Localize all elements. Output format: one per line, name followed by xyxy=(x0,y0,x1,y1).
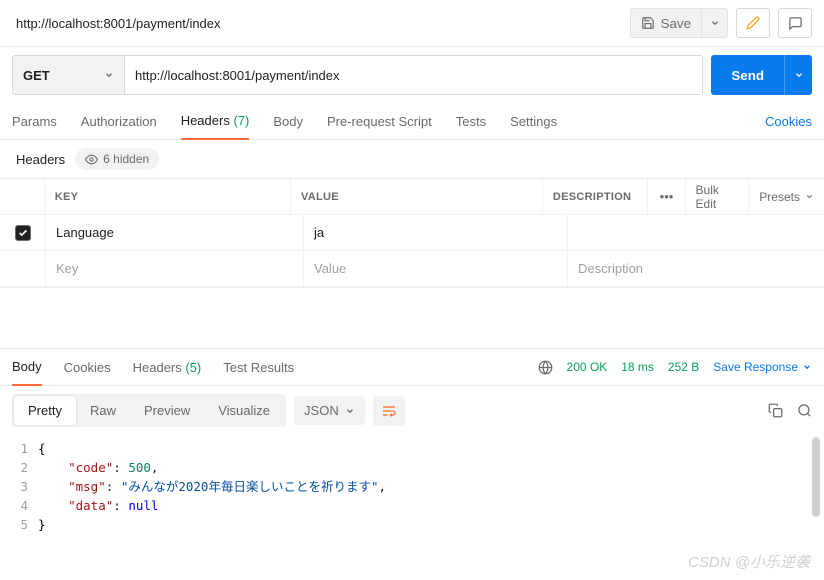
status-time: 18 ms xyxy=(621,360,654,374)
hidden-headers-toggle[interactable]: 6 hidden xyxy=(75,148,159,170)
presets-label: Presets xyxy=(759,190,800,204)
table-row[interactable]: Language ja xyxy=(0,215,824,251)
chevron-down-icon xyxy=(794,70,804,80)
eye-icon xyxy=(85,153,98,166)
format-value: JSON xyxy=(304,403,339,418)
wrap-icon xyxy=(381,403,397,419)
tab-headers-count: (7) xyxy=(233,113,249,128)
save-icon xyxy=(641,16,655,30)
col-more-button[interactable]: ••• xyxy=(648,179,685,214)
chevron-down-icon xyxy=(710,18,720,28)
resp-tab-headers-count: (5) xyxy=(185,360,201,375)
tab-headers[interactable]: Headers (7) xyxy=(181,103,250,140)
comment-button[interactable] xyxy=(778,8,812,38)
send-dropdown[interactable] xyxy=(784,55,812,95)
tab-body[interactable]: Body xyxy=(273,104,303,139)
globe-icon[interactable] xyxy=(538,360,553,375)
header-value-cell[interactable]: ja xyxy=(304,215,568,250)
wrap-lines-button[interactable] xyxy=(373,396,405,426)
search-icon[interactable] xyxy=(797,403,812,418)
view-tab-raw[interactable]: Raw xyxy=(76,396,130,425)
table-row-empty[interactable]: Key Value Description xyxy=(0,251,824,287)
header-key-cell[interactable]: Language xyxy=(46,215,304,250)
bulk-edit-button[interactable]: Bulk Edit xyxy=(686,179,750,214)
save-label: Save xyxy=(661,16,691,31)
chevron-down-icon xyxy=(802,362,812,372)
view-tab-visualize[interactable]: Visualize xyxy=(204,396,284,425)
response-json: { "code": 500, "msg": "みんなが2020年毎日楽しいことを… xyxy=(38,439,814,534)
check-icon xyxy=(18,228,28,238)
tab-tests[interactable]: Tests xyxy=(456,104,486,139)
save-response-label: Save Response xyxy=(713,360,798,374)
format-select[interactable]: JSON xyxy=(294,396,365,425)
save-button[interactable]: Save xyxy=(630,8,702,38)
view-tab-preview[interactable]: Preview xyxy=(130,396,204,425)
resp-tab-cookies[interactable]: Cookies xyxy=(64,350,111,385)
header-key-input[interactable]: Key xyxy=(46,251,304,286)
method-value: GET xyxy=(23,68,50,83)
status-size: 252 B xyxy=(668,360,699,374)
save-dropdown[interactable] xyxy=(702,8,728,38)
resp-tab-headers-label: Headers xyxy=(133,360,182,375)
headers-title: Headers xyxy=(16,152,65,167)
chevron-down-icon xyxy=(104,70,114,80)
pencil-icon xyxy=(746,16,760,30)
col-key: KEY xyxy=(45,179,291,214)
tab-prerequest[interactable]: Pre-request Script xyxy=(327,104,432,139)
header-row-checkbox[interactable] xyxy=(15,225,31,241)
save-response-button[interactable]: Save Response xyxy=(713,360,812,374)
comment-icon xyxy=(788,16,803,31)
breadcrumb: http://localhost:8001/payment/index xyxy=(12,12,630,35)
resp-tab-tests[interactable]: Test Results xyxy=(223,350,294,385)
response-body[interactable]: 1 2 3 4 5 { "code": 500, "msg": "みんなが202… xyxy=(0,435,824,538)
line-gutter: 1 2 3 4 5 xyxy=(10,439,38,534)
status-code: 200 OK xyxy=(567,360,608,374)
presets-button[interactable]: Presets xyxy=(749,179,824,214)
header-desc-input[interactable]: Description xyxy=(568,251,824,286)
send-button[interactable]: Send xyxy=(711,55,784,95)
col-description: DESCRIPTION xyxy=(543,179,649,214)
tab-settings[interactable]: Settings xyxy=(510,104,557,139)
copy-icon[interactable] xyxy=(768,403,783,418)
header-desc-cell[interactable] xyxy=(568,215,824,250)
chevron-down-icon xyxy=(345,406,355,416)
view-tab-pretty[interactable]: Pretty xyxy=(14,396,76,425)
scrollbar[interactable] xyxy=(812,437,820,517)
resp-tab-body[interactable]: Body xyxy=(12,349,42,386)
edit-button[interactable] xyxy=(736,8,770,38)
watermark: CSDN @小乐逆袭 xyxy=(688,551,810,572)
hidden-count-label: 6 hidden xyxy=(103,152,149,166)
resp-tab-headers[interactable]: Headers (5) xyxy=(133,350,202,385)
header-value-input[interactable]: Value xyxy=(304,251,568,286)
tab-authorization[interactable]: Authorization xyxy=(81,104,157,139)
col-value: VALUE xyxy=(291,179,543,214)
tab-params[interactable]: Params xyxy=(12,104,57,139)
tab-headers-label: Headers xyxy=(181,113,230,128)
cookies-link[interactable]: Cookies xyxy=(765,114,812,129)
chevron-down-icon xyxy=(805,192,814,201)
method-select[interactable]: GET xyxy=(13,56,125,94)
url-input[interactable] xyxy=(125,56,702,94)
